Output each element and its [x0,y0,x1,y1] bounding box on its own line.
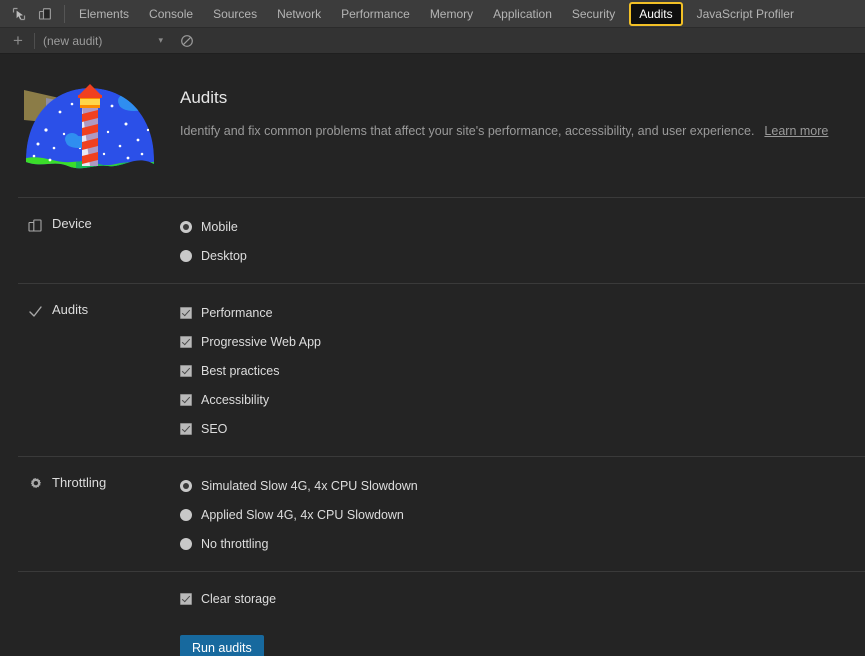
checkbox-label: Best practices [201,364,280,378]
tab-memory[interactable]: Memory [420,1,483,27]
section-device: Device Mobile Desktop [18,197,865,283]
checkbox-indicator [180,336,192,348]
tab-sources[interactable]: Sources [203,1,267,27]
radio-indicator [180,538,192,550]
audits-panel: Audits Identify and fix common problems … [0,54,865,656]
checkbox-label: Clear storage [201,592,277,606]
devtools-tabs: Elements Console Sources Network Perform… [69,0,865,27]
add-audit-button[interactable]: + [8,31,28,51]
audits-hero-text: Audits Identify and fix common problems … [180,76,840,140]
tab-application[interactable]: Application [483,1,562,27]
footer-spacer [18,588,180,656]
radio-device-mobile[interactable]: Mobile [180,216,865,238]
radio-indicator [180,480,192,492]
radio-label: No throttling [201,537,269,551]
device-toolbar-icon[interactable] [32,1,58,27]
page-description: Identify and fix common problems that af… [180,122,828,140]
checkbox-indicator [180,423,192,435]
checkbox-progressive-web-app[interactable]: Progressive Web App [180,331,865,353]
gear-icon [26,475,44,493]
tab-network[interactable]: Network [267,1,331,27]
checkbox-performance[interactable]: Performance [180,302,865,324]
radio-applied-throttling[interactable]: Applied Slow 4G, 4x CPU Slowdown [180,504,865,526]
audits-sub-toolbar: + (new audit) ▾ [0,28,865,54]
lighthouse-logo [24,84,154,169]
checkbox-label: Progressive Web App [201,335,321,349]
section-audits-header: Audits [18,302,180,440]
section-device-header: Device [18,216,180,267]
radio-indicator [180,509,192,521]
checkbox-label: Performance [201,306,273,320]
radio-label: Applied Slow 4G, 4x CPU Slowdown [201,508,404,522]
section-device-options: Mobile Desktop [180,216,865,267]
device-icon [26,216,44,234]
chevron-down-icon: ▾ [158,35,163,45]
footer-controls: Clear storage Run audits [180,588,865,656]
lighthouse-logo-wrapper [0,76,180,174]
checkbox-indicator [180,365,192,377]
radio-indicator [180,250,192,262]
run-audits-button[interactable]: Run audits [180,635,264,656]
subtoolbar-divider [34,32,35,49]
section-audits: Audits Performance Progressive Web App B… [18,283,865,456]
tab-security[interactable]: Security [562,1,625,27]
radio-label: Mobile [201,220,238,234]
section-throttling-options: Simulated Slow 4G, 4x CPU Slowdown Appli… [180,475,865,555]
devtools-tab-bar: Elements Console Sources Network Perform… [0,0,865,28]
checkbox-indicator [180,394,192,406]
page-title: Audits [180,88,228,107]
section-footer: Clear storage Run audits [18,571,865,656]
tab-audits[interactable]: Audits [629,1,683,26]
radio-label: Simulated Slow 4G, 4x CPU Slowdown [201,479,418,493]
inspect-element-icon[interactable] [6,1,32,27]
section-audits-title: Audits [52,302,89,317]
checkbox-accessibility[interactable]: Accessibility [180,389,865,411]
radio-label: Desktop [201,249,247,263]
tab-performance[interactable]: Performance [331,1,420,27]
devtools-tool-icons [0,0,62,27]
section-throttling-header: Throttling [18,475,180,555]
tab-elements[interactable]: Elements [69,1,139,27]
checkmark-icon [26,302,44,320]
section-throttling-title: Throttling [52,475,107,490]
toolbar-divider [64,5,65,23]
learn-more-link[interactable]: Learn more [764,124,828,138]
audit-select-dropdown[interactable]: (new audit) ▾ [43,34,173,48]
checkbox-indicator [180,307,192,319]
checkbox-seo[interactable]: SEO [180,418,865,440]
checkbox-indicator [180,593,192,605]
section-device-title: Device [52,216,92,231]
checkbox-label: SEO [201,422,228,436]
audit-select-value: (new audit) [43,33,103,48]
tab-javascript-profiler[interactable]: JavaScript Profiler [687,1,804,27]
page-description-text: Identify and fix common problems that af… [180,124,755,138]
section-throttling: Throttling Simulated Slow 4G, 4x CPU Slo… [18,456,865,571]
radio-no-throttling[interactable]: No throttling [180,533,865,555]
radio-simulated-throttling[interactable]: Simulated Slow 4G, 4x CPU Slowdown [180,475,865,497]
tab-console[interactable]: Console [139,1,203,27]
radio-indicator [180,221,192,233]
clear-all-icon[interactable] [177,31,197,51]
radio-device-desktop[interactable]: Desktop [180,245,865,267]
audits-hero: Audits Identify and fix common problems … [0,54,865,197]
checkbox-best-practices[interactable]: Best practices [180,360,865,382]
checkbox-label: Accessibility [201,393,270,407]
checkbox-clear-storage[interactable]: Clear storage [180,588,865,610]
section-audits-options: Performance Progressive Web App Best pra… [180,302,865,440]
